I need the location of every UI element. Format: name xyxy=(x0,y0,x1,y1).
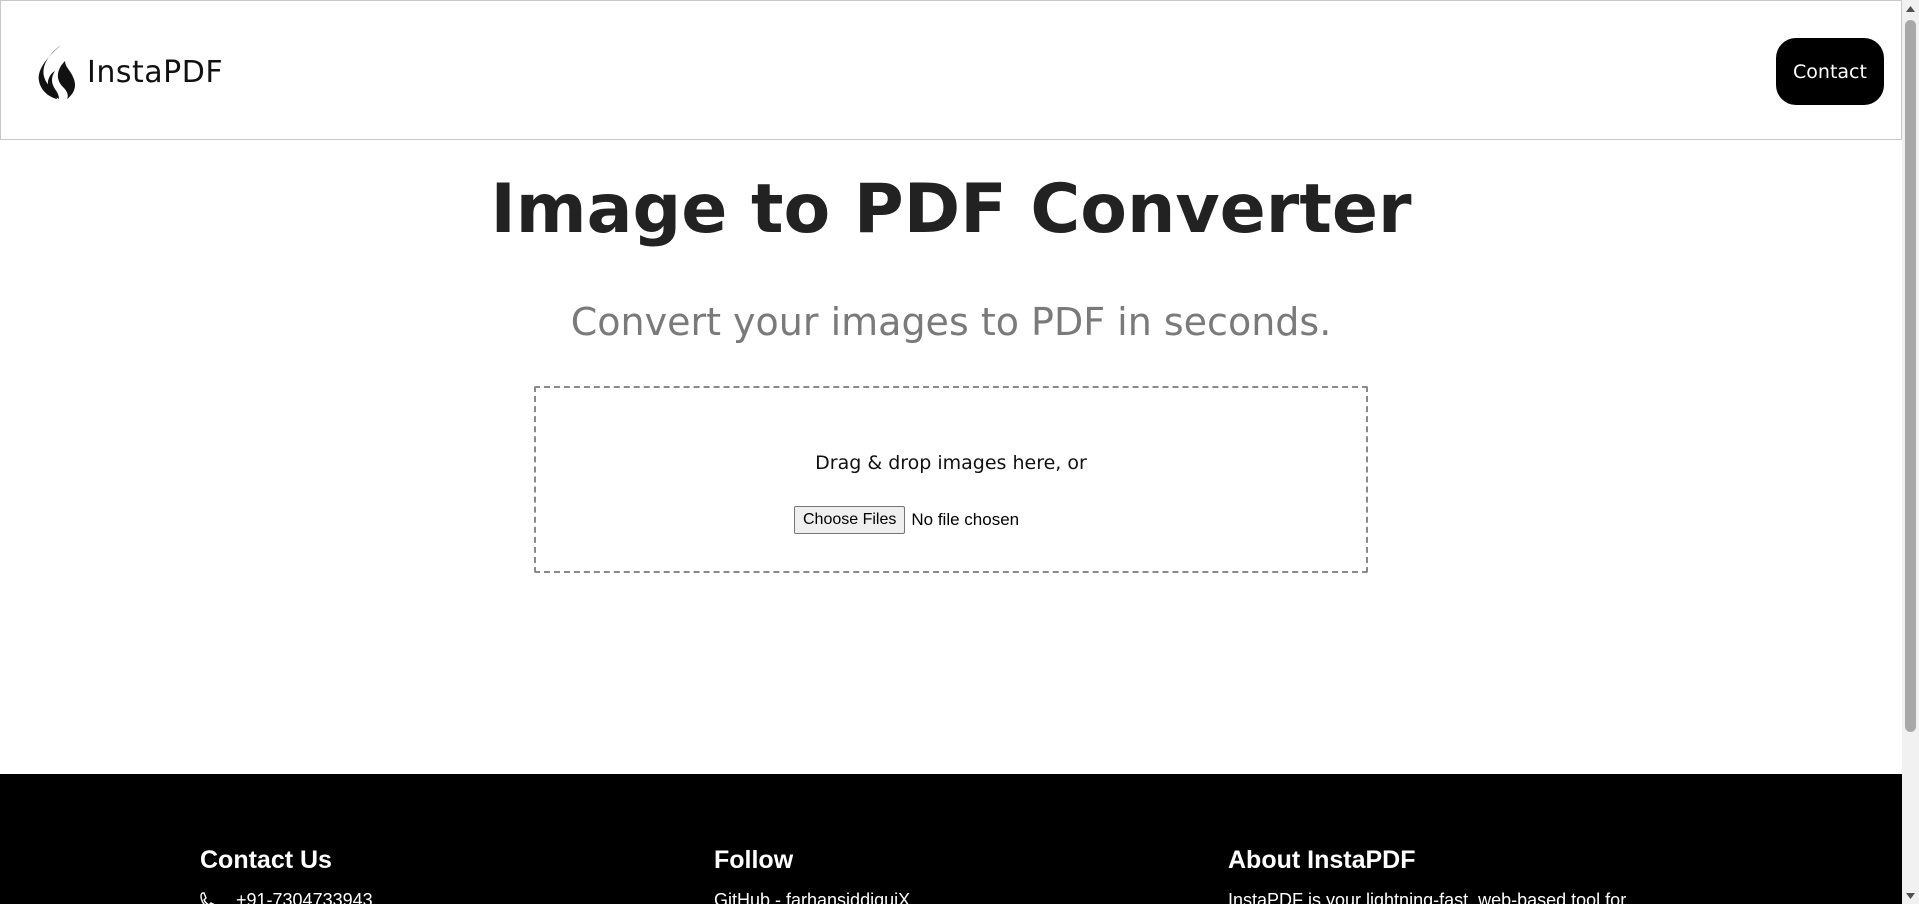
footer-follow-column: Follow GitHub - farhansiddiquiX xyxy=(714,844,910,904)
page-subtitle: Convert your images to PDF in seconds. xyxy=(570,300,1332,344)
dropzone-text: Drag & drop images here, or xyxy=(815,452,1087,474)
site-header: InstaPDF Contact xyxy=(0,0,1902,140)
logo[interactable]: InstaPDF xyxy=(35,43,223,101)
scroll-down-arrow-icon[interactable] xyxy=(1902,887,1919,904)
footer-phone[interactable]: +91-7304733943 xyxy=(200,890,373,904)
page-title: Image to PDF Converter xyxy=(490,170,1412,249)
site-footer: Contact Us +91-7304733943 Follow GitHub … xyxy=(0,774,1902,904)
scrollbar-thumb[interactable] xyxy=(1905,20,1916,732)
footer-about-column: About InstaPDF InstaPDF is your lightnin… xyxy=(1228,844,1626,904)
footer-contact-column: Contact Us +91-7304733943 xyxy=(200,844,373,904)
footer-contact-heading: Contact Us xyxy=(200,846,332,874)
file-status-text: No file chosen xyxy=(911,510,1020,529)
footer-about-text: InstaPDF is your lightning-fast, web-bas… xyxy=(1228,890,1627,904)
file-input[interactable]: Choose Files No file chosen xyxy=(794,506,1019,534)
scroll-up-arrow-icon[interactable] xyxy=(1902,0,1919,17)
phone-icon xyxy=(200,891,216,904)
footer-phone-number: +91-7304733943 xyxy=(236,890,373,904)
footer-github-link[interactable]: GitHub - farhansiddiquiX xyxy=(714,890,910,904)
flame-icon xyxy=(35,43,79,101)
contact-button[interactable]: Contact xyxy=(1776,38,1884,105)
vertical-scrollbar[interactable] xyxy=(1902,0,1919,904)
logo-text: InstaPDF xyxy=(87,54,224,90)
footer-follow-heading: Follow xyxy=(714,846,794,874)
choose-files-button[interactable]: Choose Files xyxy=(794,506,906,534)
footer-about-heading: About InstaPDF xyxy=(1228,846,1416,874)
page: InstaPDF Contact Image to PDF Converter … xyxy=(0,0,1902,904)
image-dropzone[interactable]: Drag & drop images here, or Choose Files… xyxy=(534,386,1368,573)
